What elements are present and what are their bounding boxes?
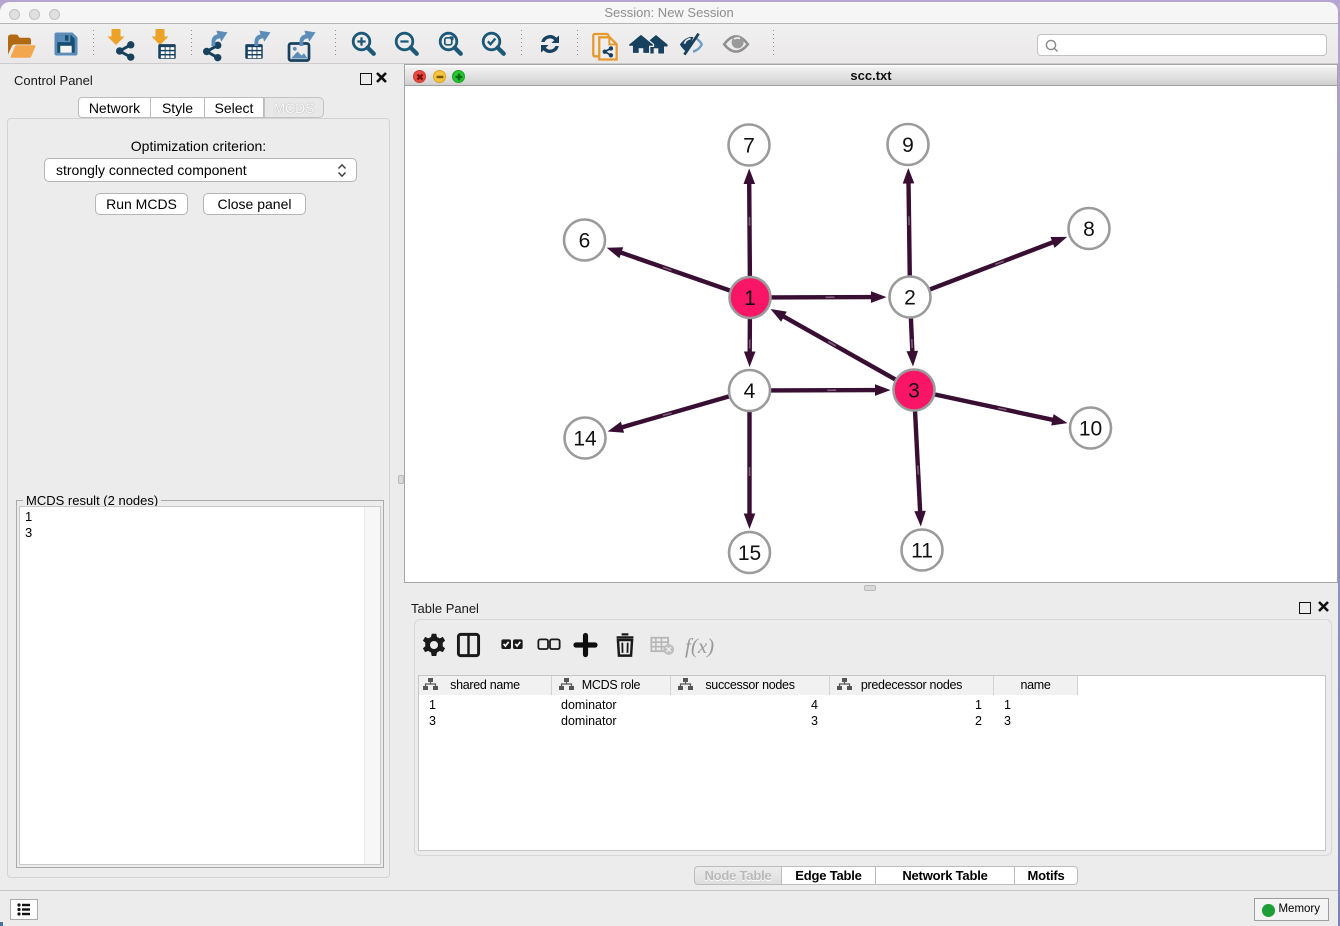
svg-text:2: 2: [904, 287, 916, 310]
svg-text:6: 6: [579, 230, 591, 253]
svg-text:1: 1: [744, 287, 756, 310]
svg-text:7: 7: [743, 135, 755, 158]
svg-text:3: 3: [908, 380, 920, 403]
svg-text:9: 9: [902, 134, 914, 157]
svg-text:14: 14: [573, 428, 597, 451]
svg-text:11: 11: [911, 540, 933, 563]
svg-text:f(x): f(x): [685, 634, 714, 658]
svg-text:4: 4: [744, 380, 756, 403]
svg-text:10: 10: [1079, 418, 1102, 441]
svg-text:15: 15: [738, 542, 761, 565]
svg-text:8: 8: [1083, 218, 1095, 241]
